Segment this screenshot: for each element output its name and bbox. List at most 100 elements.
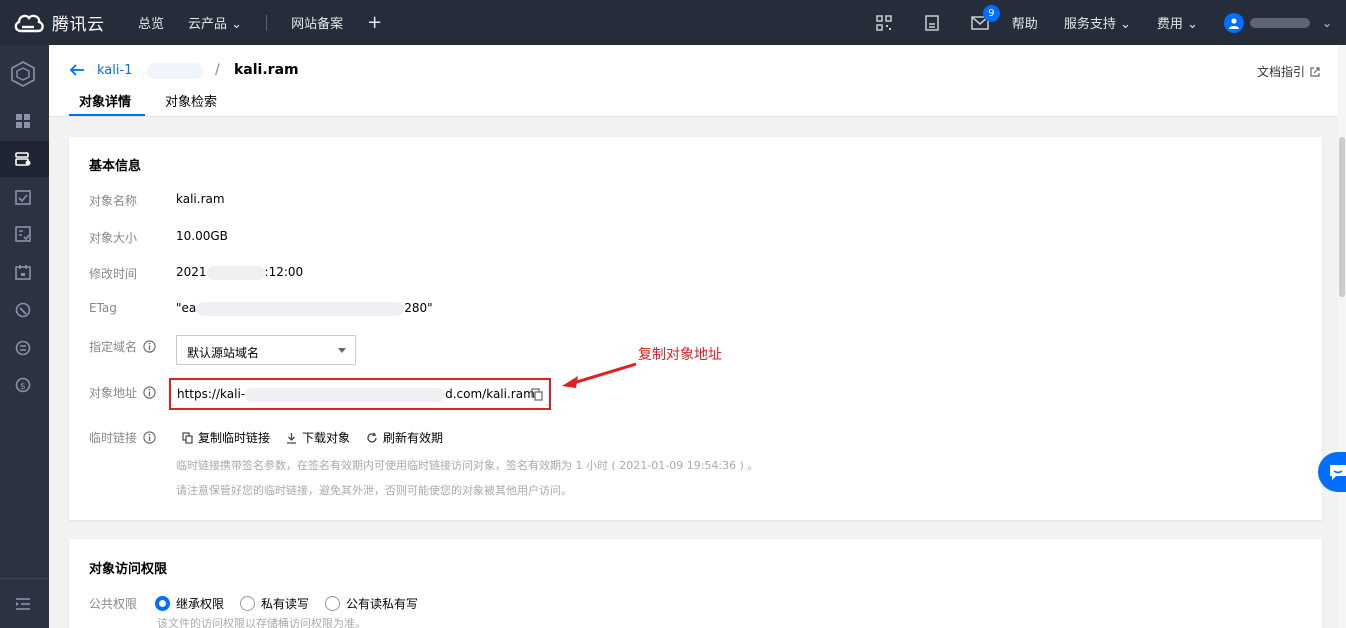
tab-object-search[interactable]: 对象检索 xyxy=(165,91,217,110)
support-label: 服务支持 xyxy=(1063,17,1116,32)
breadcrumb-bucket-head: kali-1 xyxy=(97,63,133,78)
etag-head: "ea xyxy=(176,301,197,315)
modified-time-label: 修改时间 xyxy=(89,267,138,281)
copy-icon[interactable] xyxy=(531,388,543,401)
external-link-icon xyxy=(1310,66,1320,77)
modified-time-tail: :12:00 xyxy=(264,265,304,279)
collapse-menu-icon[interactable] xyxy=(12,593,34,615)
info-icon[interactable] xyxy=(143,340,156,353)
brand-name: 腾讯云 xyxy=(52,15,105,35)
temp-link-label: 临时链接 xyxy=(89,431,138,445)
access-title: 对象访问权限 xyxy=(89,562,168,577)
scrollbar-thumb[interactable] xyxy=(1339,137,1345,297)
copy-temp-link-label: 复制临时链接 xyxy=(198,431,271,445)
download-icon xyxy=(287,432,296,444)
support-menu[interactable]: 服务支持 ⌄ xyxy=(1064,13,1131,32)
domain-label-row: 指定域名 xyxy=(89,338,156,355)
download-object-button[interactable]: 下载对象 xyxy=(286,429,350,446)
calendar-icon[interactable] xyxy=(12,261,34,283)
help-link[interactable]: 帮助 xyxy=(1012,13,1038,32)
etag-label: ETag xyxy=(89,301,117,315)
breadcrumb-object: kali.ram xyxy=(234,62,299,78)
radio-unchecked-icon xyxy=(325,596,341,611)
avatar[interactable] xyxy=(1223,12,1244,33)
coin-icon[interactable]: $ xyxy=(12,374,34,396)
object-size-label: 对象大小 xyxy=(89,231,138,245)
radio-public-read[interactable]: 公有读私有写 xyxy=(325,595,418,612)
user-icon xyxy=(1228,17,1239,29)
arrow-left-icon[interactable] xyxy=(69,62,85,78)
object-size-value: 10.00GB xyxy=(176,229,228,243)
info-icon[interactable] xyxy=(143,431,156,444)
redaction-blur xyxy=(196,301,405,316)
cube-icon[interactable] xyxy=(8,59,38,89)
object-url-value: https://kali-d.com/kali.ram xyxy=(177,387,535,402)
qrcode-icon[interactable] xyxy=(874,13,894,33)
refresh-icon xyxy=(367,432,377,443)
top-navbar: 腾讯云 总览 云产品 ⌄ 网站备案 + 9 帮助 服务支持 ⌄ 费用 ⌄ ⌄ xyxy=(0,0,1346,45)
chevron-down-icon: ⌄ xyxy=(1187,17,1198,32)
document-icon[interactable] xyxy=(922,13,942,33)
sidebar: $ xyxy=(0,45,49,628)
etag-tail: 280" xyxy=(404,301,433,315)
chevron-down-icon[interactable]: ⌄ xyxy=(1322,16,1332,30)
mail-icon[interactable]: 9 xyxy=(970,4,1000,33)
domain-label: 指定域名 xyxy=(89,340,138,354)
object-name-value: kali.ram xyxy=(176,192,225,206)
info-icon[interactable] xyxy=(143,386,156,399)
radio-unchecked-icon xyxy=(240,596,256,611)
plus-icon[interactable]: + xyxy=(367,12,382,33)
temp-link-hint-2: 请注意保管好您的临时链接，避免其外泄，否则可能使您的对象被其他用户访问。 xyxy=(176,484,572,497)
inventory-icon[interactable] xyxy=(12,223,34,245)
radio-inherit-label: 继承权限 xyxy=(176,597,225,611)
task-check-icon[interactable] xyxy=(12,186,34,208)
temp-link-label-row: 临时链接 xyxy=(89,429,156,446)
etag-value: "ea 280" xyxy=(176,301,433,316)
object-url-tail: d.com/kali.ram xyxy=(445,387,535,401)
refresh-expiry-label: 刷新有效期 xyxy=(383,431,444,445)
chat-support-button[interactable] xyxy=(1318,452,1346,492)
chevron-down-icon: ⌄ xyxy=(231,17,243,32)
annotation-label: 复制对象地址 xyxy=(638,347,722,363)
bucket-list-icon[interactable] xyxy=(12,148,34,170)
radio-checked-icon xyxy=(155,596,171,611)
billing-label: 费用 xyxy=(1156,17,1183,32)
url-label: 对象地址 xyxy=(89,386,138,400)
radio-private[interactable]: 私有读写 xyxy=(240,595,309,612)
tab-object-detail[interactable]: 对象详情 xyxy=(79,91,131,110)
url-label-row: 对象地址 xyxy=(89,384,156,401)
object-url-head: https://kali- xyxy=(177,387,246,401)
cloud-logo-icon xyxy=(14,14,44,32)
nav-products[interactable]: 云产品 ⌄ xyxy=(188,13,242,32)
redaction-blur xyxy=(245,387,446,402)
domain-select-value: 默认源站域名 xyxy=(187,346,260,360)
domain-select[interactable]: 默认源站域名 xyxy=(176,335,356,365)
menu-circle-icon[interactable] xyxy=(12,337,34,359)
radio-public-read-label: 公有读私有写 xyxy=(346,597,419,611)
radio-inherit[interactable]: 继承权限 xyxy=(155,595,224,612)
brand-logo[interactable]: 腾讯云 xyxy=(0,10,128,35)
doc-guide-link[interactable]: 文档指引 xyxy=(1257,63,1320,80)
basic-info-card: 基本信息 对象名称 kali.ram 对象大小 10.00GB 修改时间 202… xyxy=(69,137,1322,520)
basic-info-title: 基本信息 xyxy=(89,159,142,174)
page-scrollbar[interactable] xyxy=(1338,45,1346,628)
chat-icon xyxy=(1330,465,1346,480)
public-permission-label: 公共权限 xyxy=(89,597,138,611)
nav-products-label: 云产品 xyxy=(188,17,228,32)
object-name-label: 对象名称 xyxy=(89,194,138,208)
modified-time-head: 2021 xyxy=(176,265,207,279)
billing-menu[interactable]: 费用 ⌄ xyxy=(1157,13,1198,32)
nav-overview[interactable]: 总览 xyxy=(138,13,164,32)
monitor-icon[interactable] xyxy=(12,299,34,321)
access-hint: 该文件的访问权限以存储桶访问权限为准。 xyxy=(157,617,366,628)
sidebar-footer xyxy=(0,578,49,628)
svg-text:$: $ xyxy=(20,382,26,392)
nav-icp[interactable]: 网站备案 xyxy=(291,13,343,32)
dashboard-icon[interactable] xyxy=(12,110,34,132)
refresh-expiry-button[interactable]: 刷新有效期 xyxy=(366,429,443,446)
radio-private-label: 私有读写 xyxy=(261,597,310,611)
nav-divider xyxy=(266,14,268,31)
copy-temp-link-button[interactable]: 复制临时链接 xyxy=(182,429,270,446)
access-card: 对象访问权限 公共权限 继承权限 私有读写 公有读私有写 该文件的访问权限以存储… xyxy=(69,539,1322,628)
modified-time-value: 2021 :12:00 xyxy=(176,265,303,280)
